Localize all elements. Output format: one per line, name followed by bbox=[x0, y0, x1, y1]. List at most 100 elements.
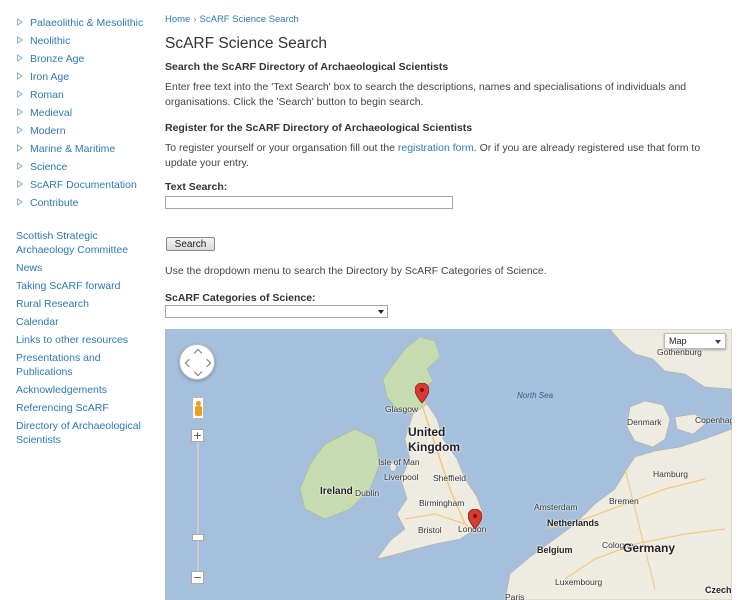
categories-select[interactable] bbox=[165, 305, 388, 318]
map-label-dublin: Dublin bbox=[355, 488, 380, 498]
sidebar-item-iron-age[interactable]: Iron Age bbox=[0, 70, 150, 84]
sidebar-item-label[interactable]: Palaeolithic & Mesolithic bbox=[30, 17, 143, 29]
map-label-sheffield: Sheffield bbox=[433, 473, 466, 483]
sidebar-item-label[interactable]: Links to other resources bbox=[16, 334, 128, 346]
text-search-input[interactable] bbox=[165, 196, 453, 209]
sidebar-item-presentations[interactable]: Presentations and Publications bbox=[0, 351, 150, 379]
map-label-czech: Czech bbox=[705, 585, 732, 595]
triangle-icon bbox=[17, 180, 23, 188]
sidebar-item-science[interactable]: Science bbox=[0, 160, 150, 174]
map-label-belgium: Belgium bbox=[537, 545, 573, 555]
sidebar-item-label[interactable]: Taking ScARF forward bbox=[16, 280, 120, 292]
pan-down-arrow-icon bbox=[193, 367, 203, 377]
sidebar-item-label[interactable]: News bbox=[16, 262, 42, 274]
map-label-hamburg: Hamburg bbox=[653, 469, 688, 479]
sidebar-item-label[interactable]: Roman bbox=[30, 89, 64, 101]
sidebar-item-marine[interactable]: Marine & Maritime bbox=[0, 142, 150, 156]
sidebar-item-label[interactable]: Medieval bbox=[30, 107, 72, 119]
map-label-netherlands: Netherlands bbox=[547, 518, 600, 528]
map-marker-london[interactable] bbox=[468, 509, 482, 529]
sidebar-item-acknowledgements[interactable]: Acknowledgements bbox=[0, 383, 150, 397]
map-view[interactable]: Map + − Gothenburg North Sea Glasgow Den… bbox=[165, 329, 732, 600]
map-label-paris: Paris bbox=[505, 592, 525, 600]
search-button[interactable]: Search bbox=[166, 237, 215, 251]
triangle-icon bbox=[17, 90, 23, 98]
map-canvas bbox=[299, 329, 732, 600]
text-search-label: Text Search: bbox=[165, 181, 228, 193]
map-label-amsterdam: Amsterdam bbox=[534, 502, 578, 512]
sidebar-item-directory[interactable]: Directory of Archaeological Scientists bbox=[0, 419, 150, 447]
sidebar-item-label[interactable]: Scottish Strategic Archaeology Committee bbox=[16, 230, 128, 256]
sidebar-item-scarf-documentation[interactable]: ScARF Documentation bbox=[0, 178, 150, 192]
zoom-in-button[interactable]: + bbox=[191, 429, 204, 442]
zoom-out-button[interactable]: − bbox=[191, 571, 204, 584]
sidebar-item-label[interactable]: Modern bbox=[30, 125, 66, 137]
search-description: Enter free text into the 'Text Search' b… bbox=[165, 81, 687, 108]
sidebar-item-news[interactable]: News bbox=[0, 261, 150, 275]
sidebar-item-taking-forward[interactable]: Taking ScARF forward bbox=[0, 279, 150, 293]
triangle-icon bbox=[17, 198, 23, 206]
sidebar-item-label[interactable]: Marine & Maritime bbox=[30, 143, 115, 155]
sidebar-item-label[interactable]: Directory of Archaeological Scientists bbox=[16, 420, 141, 446]
sidebar-item-referencing[interactable]: Referencing ScARF bbox=[0, 401, 150, 415]
pan-left-arrow-icon bbox=[184, 358, 194, 368]
sidebar-item-neolithic[interactable]: Neolithic bbox=[0, 34, 150, 48]
sidebar-item-calendar[interactable]: Calendar bbox=[0, 315, 150, 329]
map-label-bremen: Bremen bbox=[609, 496, 639, 506]
sidebar-item-label[interactable]: Calendar bbox=[16, 316, 59, 328]
map-label-denmark: Denmark bbox=[627, 417, 662, 427]
sidebar-item-bronze-age[interactable]: Bronze Age bbox=[0, 52, 150, 66]
map-type-label: Map bbox=[669, 336, 687, 346]
dropdown-arrow-icon bbox=[378, 310, 384, 314]
sidebar-item-label[interactable]: Referencing ScARF bbox=[16, 402, 109, 414]
sidebar-item-modern[interactable]: Modern bbox=[0, 124, 150, 138]
register-text-before: To register yourself or your organsation… bbox=[165, 142, 398, 154]
sidebar-item-medieval[interactable]: Medieval bbox=[0, 106, 150, 120]
chevron-down-icon bbox=[715, 340, 721, 344]
map-label-bristol: Bristol bbox=[418, 525, 442, 535]
map-label-birmingham: Birmingham bbox=[419, 498, 465, 508]
map-label-copenhagen: Copenhag bbox=[695, 415, 732, 425]
zoom-slider-track[interactable] bbox=[197, 441, 199, 579]
sidebar-item-ssac[interactable]: Scottish Strategic Archaeology Committee bbox=[0, 229, 150, 257]
map-marker-edinburgh[interactable] bbox=[415, 383, 429, 403]
search-heading: Search the ScARF Directory of Archaeolog… bbox=[165, 61, 449, 73]
triangle-icon bbox=[17, 36, 23, 44]
zoom-slider-handle[interactable] bbox=[192, 534, 204, 541]
sidebar-item-label[interactable]: Neolithic bbox=[30, 35, 70, 47]
pan-control[interactable] bbox=[179, 344, 215, 380]
sidebar-item-label[interactable]: ScARF Documentation bbox=[30, 179, 137, 191]
triangle-icon bbox=[17, 54, 23, 62]
registration-form-link[interactable]: registration form bbox=[398, 142, 474, 154]
breadcrumb-home-link[interactable]: Home bbox=[165, 14, 190, 25]
pan-right-arrow-icon bbox=[202, 358, 212, 368]
sidebar-item-label[interactable]: Bronze Age bbox=[30, 53, 84, 65]
sidebar-item-contribute[interactable]: Contribute bbox=[0, 196, 150, 210]
sidebar-item-label[interactable]: Presentations and Publications bbox=[16, 352, 101, 378]
map-label-luxembourg: Luxembourg bbox=[555, 577, 603, 587]
page-title: ScARF Science Search bbox=[165, 35, 327, 52]
dropdown-description: Use the dropdown menu to search the Dire… bbox=[165, 265, 547, 277]
sidebar-item-label[interactable]: Rural Research bbox=[16, 298, 89, 310]
breadcrumb: Home › ScARF Science Search bbox=[165, 14, 299, 25]
breadcrumb-current-link[interactable]: ScARF Science Search bbox=[200, 14, 299, 25]
sidebar-item-roman[interactable]: Roman bbox=[0, 88, 150, 102]
categories-label: ScARF Categories of Science: bbox=[165, 292, 316, 304]
triangle-icon bbox=[17, 72, 23, 80]
map-label-germany: Germany bbox=[623, 541, 676, 555]
map-label-liverpool: Liverpool bbox=[384, 472, 419, 482]
sidebar-sub-list: Palaeolithic & Mesolithic Neolithic Bron… bbox=[0, 16, 150, 214]
sidebar-item-rural-research[interactable]: Rural Research bbox=[0, 297, 150, 311]
sidebar-item-palaeolithic[interactable]: Palaeolithic & Mesolithic bbox=[0, 16, 150, 30]
sidebar-item-label[interactable]: Acknowledgements bbox=[16, 384, 107, 396]
sidebar-item-label[interactable]: Iron Age bbox=[30, 71, 69, 83]
pan-up-arrow-icon bbox=[193, 348, 203, 358]
triangle-icon bbox=[17, 108, 23, 116]
sidebar-item-label[interactable]: Contribute bbox=[30, 197, 78, 209]
register-description: To register yourself or your organsation… bbox=[165, 141, 725, 171]
sidebar-top-list: Scottish Strategic Archaeology Committee… bbox=[0, 229, 150, 451]
street-view-pegman-icon[interactable] bbox=[192, 397, 204, 419]
sidebar-item-label[interactable]: Science bbox=[30, 161, 67, 173]
triangle-icon bbox=[17, 18, 23, 26]
sidebar-item-links[interactable]: Links to other resources bbox=[0, 333, 150, 347]
